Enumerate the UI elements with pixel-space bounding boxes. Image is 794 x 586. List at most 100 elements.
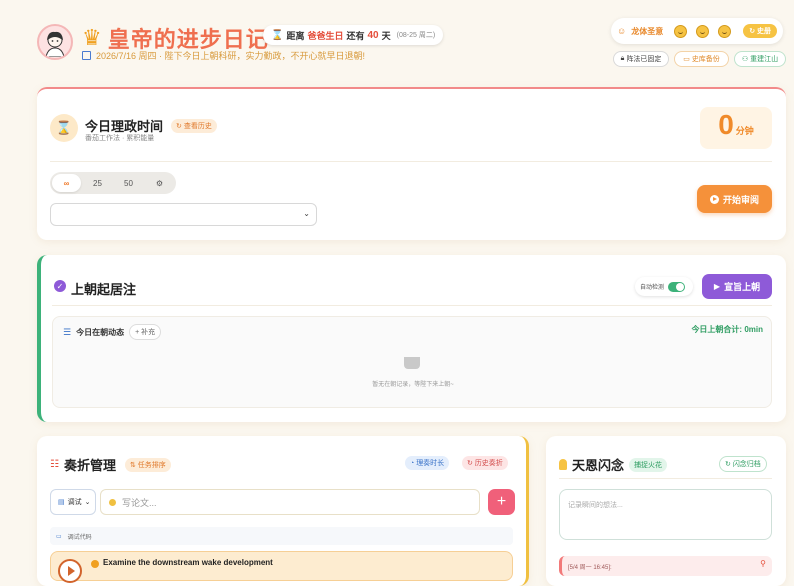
idea-tag: 捕捉火花 <box>629 457 668 472</box>
segment-infinite[interactable]: ∞ <box>52 174 81 192</box>
memo-timestamp: [5/4 周一 16:45]: <box>568 565 612 571</box>
dot-icon <box>91 560 99 568</box>
user-icon: ⚇ <box>741 56 749 63</box>
backup-button[interactable]: ▭ 史库备份 <box>674 51 729 67</box>
divider <box>559 478 772 479</box>
happy-emoji-icon[interactable] <box>674 24 688 38</box>
task-select[interactable]: ⌄ <box>50 203 317 226</box>
focus-subtitle: 番茄工作法 · 累积能量 <box>85 135 155 142</box>
check-icon: ✓ <box>54 280 66 292</box>
dot-icon <box>109 498 116 506</box>
start-court-label: 宣旨上朝 <box>724 282 761 292</box>
task-input[interactable]: 写论文... <box>100 489 480 515</box>
timer-value: 0 <box>718 109 734 140</box>
countdown-person: 爸爸生日 <box>307 30 344 41</box>
mood-history-button[interactable]: ↻ 史册 <box>743 24 777 38</box>
divider <box>50 161 772 162</box>
time-stats-button[interactable]: ◔ 理奏时长 <box>405 456 450 470</box>
avatar <box>37 24 73 60</box>
court-title: 上朝起居注 <box>71 282 137 297</box>
countdown-days: 40 <box>367 29 379 41</box>
play-icon[interactable] <box>58 559 82 583</box>
segment-25[interactable]: 25 <box>83 174 112 192</box>
timer-display: 0 分钟 <box>700 107 772 149</box>
book-icon: ▤ <box>58 499 65 506</box>
empty-state-text: 暂无在朝记录，等陛下来上朝~ <box>372 382 454 388</box>
toggle-switch[interactable] <box>668 281 686 292</box>
play-icon: ▶ <box>713 282 721 291</box>
task-group-label: 调试代码 <box>67 534 92 541</box>
segment-settings-gear-icon[interactable]: ⚙ <box>145 174 174 192</box>
focus-history-label: 查看历史 <box>183 122 212 130</box>
mood-history-label: 史册 <box>757 28 771 35</box>
idea-input[interactable]: 记录瞬间的想法... <box>559 489 772 540</box>
task-text: Examine the downstream wake development <box>103 558 273 567</box>
crown-icon: ♛ <box>82 25 102 50</box>
auto-detect-label: 自动检测 <box>640 285 665 291</box>
timer-unit: 分钟 <box>735 126 754 136</box>
category-value: 调试 <box>67 499 82 506</box>
smile-icon: ☺ <box>617 26 627 36</box>
add-task-button[interactable]: + <box>488 489 515 515</box>
formation-fixed-button[interactable]: 🔒︎ 阵法已固定 <box>613 51 669 67</box>
folder-icon: ▭ <box>683 56 690 63</box>
countdown-suffix: 天 <box>381 30 391 41</box>
time-stats-label: 理奏时长 <box>416 460 445 467</box>
date-text: 2026/7/16 周四 · 陛下今日上朝科研，实力勤政，不开心就早日退朝! <box>96 51 366 61</box>
archive-ideas-button[interactable]: ↻ 闪念归档 <box>719 456 767 472</box>
date-line: 2026/7/16 周四 · 陛下今日上朝科研，实力勤政，不开心就早日退朝! <box>82 49 365 62</box>
category-dropdown[interactable]: ▤ 调试 ⌄ <box>50 489 96 515</box>
hourglass-icon: ⌛ <box>50 114 78 142</box>
idea-header: 天恩闪念 捕捉火花 <box>559 455 668 474</box>
birthday-countdown: ⌛ 距离 爸爸生日 还有 40 天 (08-25 周二) <box>263 25 444 45</box>
divider <box>52 305 772 306</box>
duration-selector: ∞ 25 50 ⚙ <box>50 172 176 194</box>
list-icon: ☰ <box>63 326 72 337</box>
start-court-button[interactable]: ▶ 宣旨上朝 <box>702 274 772 299</box>
idea-title: 天恩闪念 <box>572 458 625 473</box>
monitor-icon: ▭ <box>56 533 62 540</box>
countdown-prefix: 距离 <box>286 30 305 41</box>
sort-tasks-tag[interactable]: ⇅ 任务排序 <box>124 457 171 472</box>
chevron-down-icon: ⌄ <box>303 209 310 218</box>
start-review-button[interactable]: 开始审阅 <box>697 185 772 213</box>
idea-input-placeholder: 记录瞬间的想法... <box>568 502 623 509</box>
grin-emoji-icon[interactable] <box>696 24 710 38</box>
activity-title: 今日在朝动态 <box>76 327 125 337</box>
add-record-button[interactable]: + 补充 <box>129 324 162 340</box>
rebuild-button[interactable]: ⚇ 重建江山 <box>734 51 786 67</box>
history-memorials-button[interactable]: ↻ 历史奏折 <box>462 456 508 470</box>
segment-50[interactable]: 50 <box>114 174 143 192</box>
backup-label: 史库备份 <box>691 56 720 63</box>
history-memorials-label: 历史奏折 <box>474 460 503 467</box>
mood-label: 龙体圣意 <box>631 26 664 36</box>
add-record-label: 补充 <box>141 329 156 336</box>
countdown-mid: 还有 <box>346 30 365 41</box>
task-group-header[interactable]: ▭ 调试代码 <box>50 527 513 545</box>
auto-detect-toggle[interactable]: 自动检测 <box>635 277 693 296</box>
rebuild-label: 重建江山 <box>750 56 779 63</box>
lightbulb-icon <box>559 459 567 470</box>
archive-ideas-label: 闪念归档 <box>732 461 761 468</box>
court-total: 今日上朝合计: 0min <box>691 325 763 334</box>
coffee-cup-icon <box>404 357 420 369</box>
play-icon <box>709 194 719 204</box>
memorial-header: ☷ 奏折管理 ⇅ 任务排序 <box>50 455 171 474</box>
formation-fixed-label: 阵法已固定 <box>626 56 662 63</box>
lock-icon: 🔒︎ <box>620 55 625 62</box>
countdown-date: (08-25 周二) <box>396 32 436 39</box>
memorial-title: 奏折管理 <box>63 458 116 473</box>
task-row[interactable]: Examine the downstream wake development <box>50 551 513 583</box>
checklist-icon: ☷ <box>50 459 59 470</box>
start-review-label: 开始审阅 <box>722 194 759 205</box>
mood-bar: ☺ 龙体圣意 ↻ 史册 <box>611 18 783 44</box>
memo-item[interactable]: [5/4 周一 16:45]: ⚲ <box>559 556 772 576</box>
sort-tasks-label: 任务排序 <box>137 461 166 469</box>
calendar-icon <box>82 51 91 60</box>
activity-header: ☰ 今日在朝动态 + 补充 <box>63 324 162 340</box>
focus-history-tag[interactable]: ↻ 查看历史 <box>171 118 217 133</box>
chevron-down-icon: ⌄ <box>84 499 91 506</box>
sad-emoji-icon[interactable] <box>718 24 732 38</box>
hourglass-icon: ⌛ <box>271 29 284 41</box>
pin-icon[interactable]: ⚲ <box>760 559 766 568</box>
